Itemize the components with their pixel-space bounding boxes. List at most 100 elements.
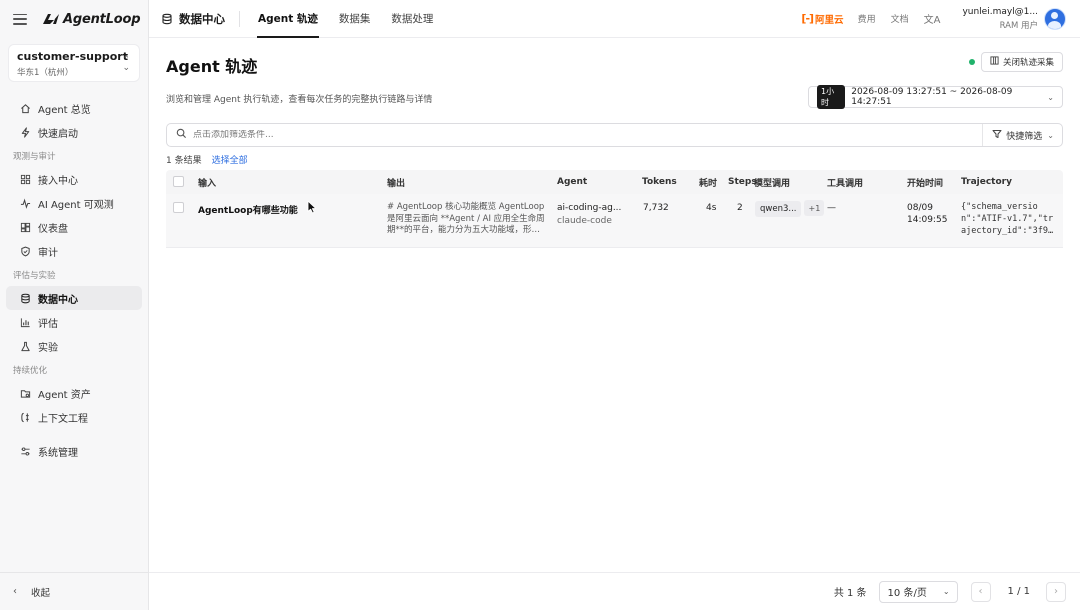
- sidebar-item-ai-observability[interactable]: AI Agent 可观测: [6, 191, 142, 215]
- tab-bar: Agent 轨迹 数据集 数据处理: [257, 0, 454, 38]
- chevron-down-icon: ⌄: [1047, 92, 1054, 102]
- select-all-checkbox[interactable]: [173, 176, 184, 187]
- chevron-down-icon: ⌄: [1047, 130, 1054, 140]
- col-start-time[interactable]: 开始时间: [907, 176, 943, 189]
- columns-icon: [990, 56, 999, 68]
- filter-input[interactable]: [193, 130, 973, 140]
- sidebar-item-data-center[interactable]: 数据中心: [6, 286, 142, 310]
- section-title: 数据中心: [149, 11, 225, 27]
- context-icon: [19, 411, 31, 423]
- prev-page-button[interactable]: ‹: [970, 581, 991, 602]
- row-model-calls: qwen3... +1: [755, 200, 825, 217]
- sidebar-item-agent-assets[interactable]: Agent 资产: [6, 381, 142, 405]
- sidebar-item-evaluation[interactable]: 评估: [6, 310, 142, 334]
- section-title-text: 数据中心: [179, 11, 225, 26]
- sidebar-nav: Agent 总览 快速启动 观测与审计 接入中心 AI Agent 可观测 仪表…: [0, 96, 148, 463]
- bar-chart-icon: [19, 316, 31, 328]
- sidebar-header: AgentLoop: [0, 0, 148, 38]
- sidebar-item-label: Agent 总览: [38, 104, 91, 116]
- model-more-tag[interactable]: +1: [804, 200, 825, 216]
- col-model-calls[interactable]: 模型调用: [754, 176, 790, 189]
- col-tool-calls[interactable]: 工具调用: [827, 176, 863, 189]
- row-agent: ai-coding-ag...: [557, 203, 622, 213]
- aliyun-logo-icon: [-]: [801, 12, 814, 25]
- divider: [239, 10, 240, 27]
- chevron-left-icon: ‹: [13, 586, 17, 597]
- col-steps[interactable]: Steps: [728, 177, 757, 187]
- nav-group-observe: 观测与审计: [13, 152, 56, 162]
- sidebar-item-integration[interactable]: 接入中心: [6, 167, 142, 191]
- page-indicator: 1 / 1: [1007, 586, 1030, 597]
- agentloop-logo-icon: [43, 14, 59, 24]
- table-row[interactable]: AgentLoop有哪些功能 # AgentLoop 核心功能概览 AgentL…: [166, 194, 1063, 248]
- select-all-link[interactable]: 选择全部: [212, 153, 248, 166]
- user-info[interactable]: yunlei.mayl@1... RAM 用户: [962, 7, 1038, 31]
- sidebar-item-label: 上下文工程: [38, 413, 88, 425]
- quick-filter-label: 快捷筛选: [1006, 131, 1043, 142]
- close-trajectory-collection-button[interactable]: 关闭轨迹采集: [981, 52, 1063, 72]
- col-output[interactable]: 输出: [387, 176, 405, 189]
- filter-icon: [992, 129, 1002, 142]
- trajectory-table: 输入 输出 Agent Tokens 耗时 Steps 模型调用 工具调用 开始…: [166, 170, 1063, 248]
- tenant-region: 华东1（杭州）: [17, 68, 74, 78]
- user-name: yunlei.mayl@1...: [962, 6, 1038, 17]
- tenant-selector[interactable]: customer-support 华东1（杭州） ⌃ ⌄: [8, 44, 140, 82]
- collapse-sidebar-button[interactable]: ‹ 收起: [0, 572, 148, 610]
- app-logo[interactable]: AgentLoop: [42, 11, 141, 27]
- flask-icon: [19, 340, 31, 352]
- aliyun-brand[interactable]: [-] 阿里云: [801, 12, 843, 26]
- tab-data-processing[interactable]: 数据处理: [391, 0, 433, 38]
- sidebar-item-experiment[interactable]: 实验: [6, 334, 142, 358]
- col-tokens[interactable]: Tokens: [642, 177, 677, 187]
- sidebar-item-system-management[interactable]: 系统管理: [6, 439, 142, 463]
- sidebar-item-label: 接入中心: [38, 175, 78, 187]
- avatar[interactable]: [1044, 7, 1066, 30]
- page-size-value: 10 条/页: [887, 588, 927, 599]
- pagination-total: 共 1 条: [833, 588, 867, 599]
- col-input[interactable]: 输入: [198, 176, 216, 189]
- docs-link[interactable]: 文档: [891, 12, 909, 25]
- bolt-icon: [19, 126, 31, 138]
- mouse-cursor-icon: [307, 200, 317, 214]
- dashboard-icon: [19, 221, 31, 233]
- sidebar-item-label: 数据中心: [38, 294, 78, 306]
- sidebar-item-dashboard[interactable]: 仪表盘: [6, 215, 142, 239]
- row-tool-calls: —: [827, 203, 836, 213]
- settings-icon: [19, 445, 31, 457]
- row-input: AgentLoop有哪些功能: [198, 206, 298, 216]
- page-description: 浏览和管理 Agent 执行轨迹，查看每次任务的完整执行链路与详情: [166, 95, 433, 105]
- tab-agent-trajectory[interactable]: Agent 轨迹: [257, 0, 319, 38]
- row-duration: 4s: [706, 203, 717, 213]
- result-count: 1 条结果: [166, 156, 202, 166]
- nav-group-optimize: 持续优化: [13, 366, 48, 376]
- row-output: # AgentLoop 核心功能概览 AgentLoop 是阿里云面向 **Ag…: [387, 202, 545, 235]
- next-page-button[interactable]: ›: [1046, 581, 1066, 602]
- time-range-picker[interactable]: 1小时 2026-08-09 13:27:51 ~ 2026-08-09 14:…: [808, 85, 1063, 109]
- sidebar-item-context-engineering[interactable]: 上下文工程: [6, 405, 142, 429]
- top-right-actions: [-] 阿里云 费用 文档 文A yunlei.mayl@1... RAM 用户: [801, 7, 1080, 31]
- row-checkbox[interactable]: [173, 202, 184, 213]
- main-content: Agent 轨迹 浏览和管理 Agent 执行轨迹，查看每次任务的完整执行链路与…: [149, 38, 1080, 572]
- logo-text: AgentLoop: [63, 11, 141, 27]
- tab-datasets[interactable]: 数据集: [339, 0, 371, 38]
- sidebar-item-audit[interactable]: 审计: [6, 239, 142, 263]
- sidebar-item-agent-overview[interactable]: Agent 总览: [6, 96, 142, 120]
- page-title: Agent 轨迹: [166, 57, 258, 76]
- col-duration[interactable]: 耗时: [699, 176, 717, 189]
- sidebar-item-label: 实验: [38, 342, 58, 354]
- shield-icon: [19, 245, 31, 257]
- model-tag[interactable]: qwen3...: [755, 200, 802, 217]
- filter-bar: 快捷筛选 ⌄: [166, 123, 1063, 147]
- user-role: RAM 用户: [999, 20, 1038, 31]
- col-agent[interactable]: Agent: [557, 177, 587, 187]
- menu-icon[interactable]: [13, 13, 27, 25]
- billing-link[interactable]: 费用: [858, 12, 876, 25]
- database-icon: [162, 13, 172, 24]
- language-icon[interactable]: 文A: [924, 11, 941, 26]
- page-size-select[interactable]: 10 条/页 ⌄: [878, 580, 958, 603]
- quick-filter-button[interactable]: 快捷筛选 ⌄: [982, 124, 1062, 146]
- sidebar-item-quick-start[interactable]: 快速启动: [6, 120, 142, 144]
- col-trajectory[interactable]: Trajectory: [961, 177, 1012, 187]
- chevron-left-icon: ‹: [978, 586, 983, 597]
- folder-icon: [19, 387, 31, 399]
